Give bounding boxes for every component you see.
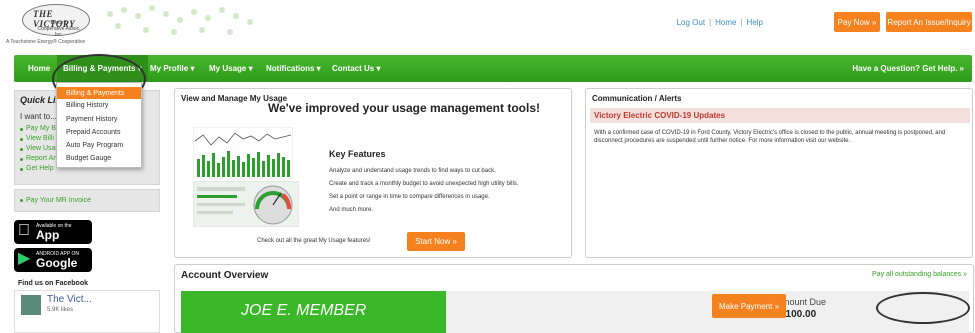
facebook-page-image [21, 295, 41, 315]
bullet-icon [20, 167, 23, 171]
nav-my-profile[interactable]: My Profile ▾ [150, 55, 194, 82]
nav-notifications[interactable]: Notifications ▾ [266, 55, 321, 82]
home-link[interactable]: Home [715, 18, 736, 27]
app-store-badge[interactable]:  Available on the App Store [14, 220, 92, 256]
feature-item: And much more. [329, 207, 374, 213]
get-help-link[interactable]: Have a Question? Get Help. » [852, 55, 964, 82]
facebook-widget[interactable]: The Vict... 5.9K likes [14, 290, 160, 333]
nav-my-usage[interactable]: My Usage ▾ [209, 55, 253, 82]
bullet-icon [20, 137, 23, 141]
google-play-badge[interactable]: ▶ ANDROID APP ON Google play [14, 248, 92, 284]
quick-links-intro: I want to... [20, 112, 57, 121]
report-issue-button[interactable]: Report An Issue/Inquiry [886, 12, 972, 32]
check-features-text: Check out all the great My Usage feature… [257, 238, 371, 244]
feature-item: Set a point or range in time to compare … [329, 194, 490, 200]
menu-item-payment-history[interactable]: Payment History [57, 113, 141, 125]
start-now-button[interactable]: Start Now » [407, 232, 465, 251]
main-navbar: Home Billing & Payments ▾ My Profile ▾ M… [14, 55, 972, 82]
usage-panel: View and Manage My Usage We've improved … [174, 88, 572, 258]
billing-dropdown-menu: Billing & Payments Billing History Payme… [56, 82, 142, 168]
nav-home[interactable]: Home [28, 55, 50, 82]
bullet-icon [20, 199, 23, 202]
site-header: THE VICTORY Electric Cooperative Assoc, … [0, 0, 975, 50]
logo-subtitle: Electric Cooperative Assoc, Inc. [37, 20, 81, 38]
help-link[interactable]: Help [747, 18, 763, 27]
logout-link[interactable]: Log Out [677, 18, 705, 27]
feature-item: Create and track a monthly budget to avo… [329, 181, 519, 187]
budget-gauge-thumbnail [193, 181, 299, 227]
top-links: Log Out | Home | Help [676, 18, 763, 27]
pay-all-balances-link[interactable]: Pay all outstanding balances » [872, 271, 967, 278]
cooperative-logo[interactable]: THE VICTORY Electric Cooperative Assoc, … [22, 4, 90, 38]
covid-alert-banner: Victory Electric COVID-19 Updates [590, 108, 970, 123]
bullet-icon [20, 157, 23, 161]
account-overview-panel: Account Overview Pay all outstanding bal… [174, 264, 974, 333]
member-name: JOE E. MEMBER [241, 302, 367, 319]
facebook-heading: Find us on Facebook [18, 280, 89, 287]
menu-item-billing-history[interactable]: Billing History [57, 99, 141, 111]
bullet-icon [20, 127, 23, 131]
member-name-bar: JOE E. MEMBER [181, 291, 446, 333]
apple-icon:  [18, 223, 30, 239]
menu-item-auto-pay[interactable]: Auto Pay Program [57, 139, 141, 151]
make-payment-button[interactable]: Make Payment » [712, 294, 786, 318]
facebook-page-name[interactable]: The Vict... [47, 294, 92, 305]
quick-links-title: Quick Lin [20, 95, 62, 105]
mr-invoice-link[interactable]: Pay Your MR Invoice [26, 197, 91, 204]
communication-panel: Communication / Alerts Victory Electric … [585, 88, 973, 258]
account-overview-title: Account Overview [181, 270, 269, 281]
menu-item-prepaid-accounts[interactable]: Prepaid Accounts [57, 126, 141, 138]
facebook-likes: 5.9K likes [47, 307, 74, 313]
mr-invoice-box[interactable]: Pay Your MR Invoice [14, 189, 160, 212]
usage-chart-thumbnail [193, 127, 293, 179]
key-features-list: Analyze and understand usage trends to f… [329, 165, 518, 217]
communication-title: Communication / Alerts [592, 94, 682, 103]
header-decoration [107, 5, 253, 35]
feature-item: Analyze and understand usage trends to f… [329, 168, 496, 174]
key-features-title: Key Features [329, 149, 386, 159]
highlight-ring-payment [876, 292, 970, 324]
menu-item-billing-payments[interactable]: Billing & Payments [57, 87, 141, 99]
covid-alert-text: With a confirmed case of COVID-19 in For… [594, 130, 946, 144]
tagline: A Touchstone Energy® Cooperative [6, 39, 86, 45]
pay-now-button[interactable]: Pay Now » [834, 12, 880, 32]
menu-item-budget-gauge[interactable]: Budget Gauge [57, 152, 141, 164]
usage-headline: We've improved your usage management too… [267, 101, 541, 115]
bullet-icon [20, 147, 23, 151]
nav-contact-us[interactable]: Contact Us ▾ [332, 55, 380, 82]
play-icon: ▶ [18, 250, 31, 267]
covid-alert-title[interactable]: Victory Electric COVID-19 Updates [594, 111, 725, 120]
